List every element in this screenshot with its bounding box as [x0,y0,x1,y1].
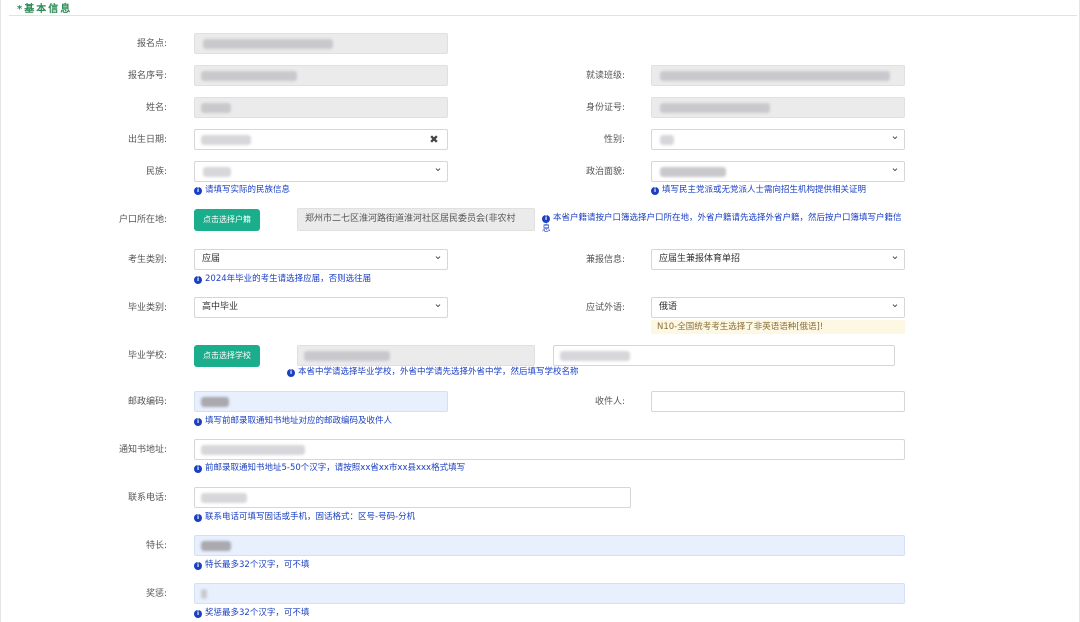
info-circle-icon: i [194,187,202,195]
gender-select[interactable] [651,129,905,150]
redacted-value [203,167,231,177]
political-select[interactable] [651,161,905,182]
hukou-hint: i 本省户籍请按户口簿选择户口所在地，外省户籍请先选择外省户籍，然后按户口簿填写户… [542,213,902,234]
phone-input[interactable] [194,487,631,508]
awards-label: 奖惩: [145,589,167,599]
site-field [194,33,448,54]
hukou-label: 户口所在地: [118,215,167,225]
info-circle-icon: i [542,215,550,223]
language-value: 俄语 [659,302,678,312]
select-hukou-button[interactable]: 点击选择户籍 [194,209,260,231]
info-circle-icon: i [194,276,202,284]
school-hint: i 本省中学请选择毕业学校，外省中学请先选择外省中学，然后填写学校名称 [287,367,579,378]
political-hint: i 填写民主党派或无党派人士需向招生机构提供相关证明 [651,185,866,196]
report-info-select[interactable]: 应届生兼报体育单招 [651,249,905,270]
info-circle-icon: i [194,610,202,618]
exam-type-hint: i 2024年毕业的考生请选择应届，否则选往届 [194,274,371,285]
report-info-value: 应届生兼报体育单招 [659,254,741,264]
info-circle-icon: i [194,418,202,426]
ethnic-label: 民族: [145,167,167,177]
political-label: 政治面貌: [585,167,625,177]
grad-type-label: 毕业类别: [127,303,167,313]
exam-type-label: 考生类别: [127,255,167,265]
redacted-value [201,103,231,113]
chevron-down-icon [890,133,900,145]
redacted-value [201,71,297,81]
language-warning: N10-全国统考考生选择了非英语语种[俄语]! [651,320,905,334]
language-label: 应试外语: [585,303,625,313]
school-label: 毕业学校: [127,351,167,361]
redacted-value [304,351,390,361]
specialty-hint: i 特长最多32个汉字，可不填 [194,560,309,571]
address-hint: i 前邮录取通知书地址5-50个汉字，请按照xx省xx市xx县xxx格式填写 [194,463,465,474]
site-label: 报名点: [136,39,167,49]
redacted-value [201,541,231,551]
form-panel: *基本信息 报名点: 报名序号: 就读班级: 姓名: 身份证号: 出生日期: ✖… [0,0,1080,622]
redacted-value [201,493,247,503]
exam-type-value: 应届 [202,254,221,264]
school-name-field [297,345,535,366]
address-input[interactable] [194,439,905,460]
serial-label: 报名序号: [127,71,167,81]
idcard-label: 身份证号: [585,103,625,113]
name-label: 姓名: [145,103,167,113]
recipient-label: 收件人: [594,397,625,407]
info-circle-icon: i [194,514,202,522]
ethnic-hint: i 请填写实际的民族信息 [194,185,290,196]
postcode-label: 邮政编码: [127,397,167,407]
redacted-value [201,445,305,455]
hukou-address-field: 郑州市二七区淮河路街道淮河社区居民委员会(非农村 [297,208,535,231]
clear-date-close-icon[interactable]: ✖ [421,130,447,149]
redacted-value [560,351,630,361]
select-school-button[interactable]: 点击选择学校 [194,345,260,367]
redacted-value [660,135,674,145]
chevron-down-icon [433,301,443,313]
redacted-value [660,71,890,81]
redacted-value [660,103,770,113]
redacted-value [201,397,229,407]
recipient-input[interactable] [651,391,905,412]
birth-date-input[interactable]: ✖ [194,129,448,150]
chevron-down-icon [433,253,443,265]
grad-type-value: 高中毕业 [202,302,239,312]
redacted-value [201,589,207,599]
info-circle-icon: i [651,187,659,195]
idcard-field [651,97,905,118]
chevron-down-icon [890,165,900,177]
serial-field [194,65,448,86]
section-title-text: 基本信息 [24,4,73,15]
section-title: *基本信息 [17,0,73,15]
awards-hint: i 奖惩最多32个汉字，可不填 [194,608,309,619]
postcode-hint: i 填写前邮录取通知书地址对应的邮政编码及收件人 [194,416,392,427]
info-circle-icon: i [287,369,295,377]
redacted-value [203,39,333,49]
info-circle-icon: i [194,562,202,570]
exam-type-select[interactable]: 应届 [194,249,448,270]
ethnic-select[interactable] [194,161,448,182]
chevron-down-icon [890,253,900,265]
section-divider [9,15,1077,16]
info-circle-icon: i [194,465,202,473]
name-field [194,97,448,118]
awards-input[interactable] [194,583,905,604]
grad-type-select[interactable]: 高中毕业 [194,297,448,318]
specialty-input[interactable] [194,535,905,556]
birth-label: 出生日期: [127,135,167,145]
class-field [651,65,905,86]
school-other-input[interactable] [553,345,895,366]
chevron-down-icon [890,301,900,313]
report-info-label: 兼报信息: [585,255,625,265]
redacted-value [201,135,251,145]
postcode-input[interactable] [194,391,448,412]
language-select[interactable]: 俄语 [651,297,905,318]
phone-label: 联系电话: [127,493,167,503]
class-label: 就读班级: [585,71,625,81]
phone-hint: i 联系电话可填写固话或手机，固话格式：区号-号码-分机 [194,512,415,523]
redacted-value [660,167,726,177]
gender-label: 性别: [603,135,625,145]
chevron-down-icon [433,165,443,177]
specialty-label: 特长: [145,541,167,551]
address-label: 通知书地址: [118,445,167,455]
